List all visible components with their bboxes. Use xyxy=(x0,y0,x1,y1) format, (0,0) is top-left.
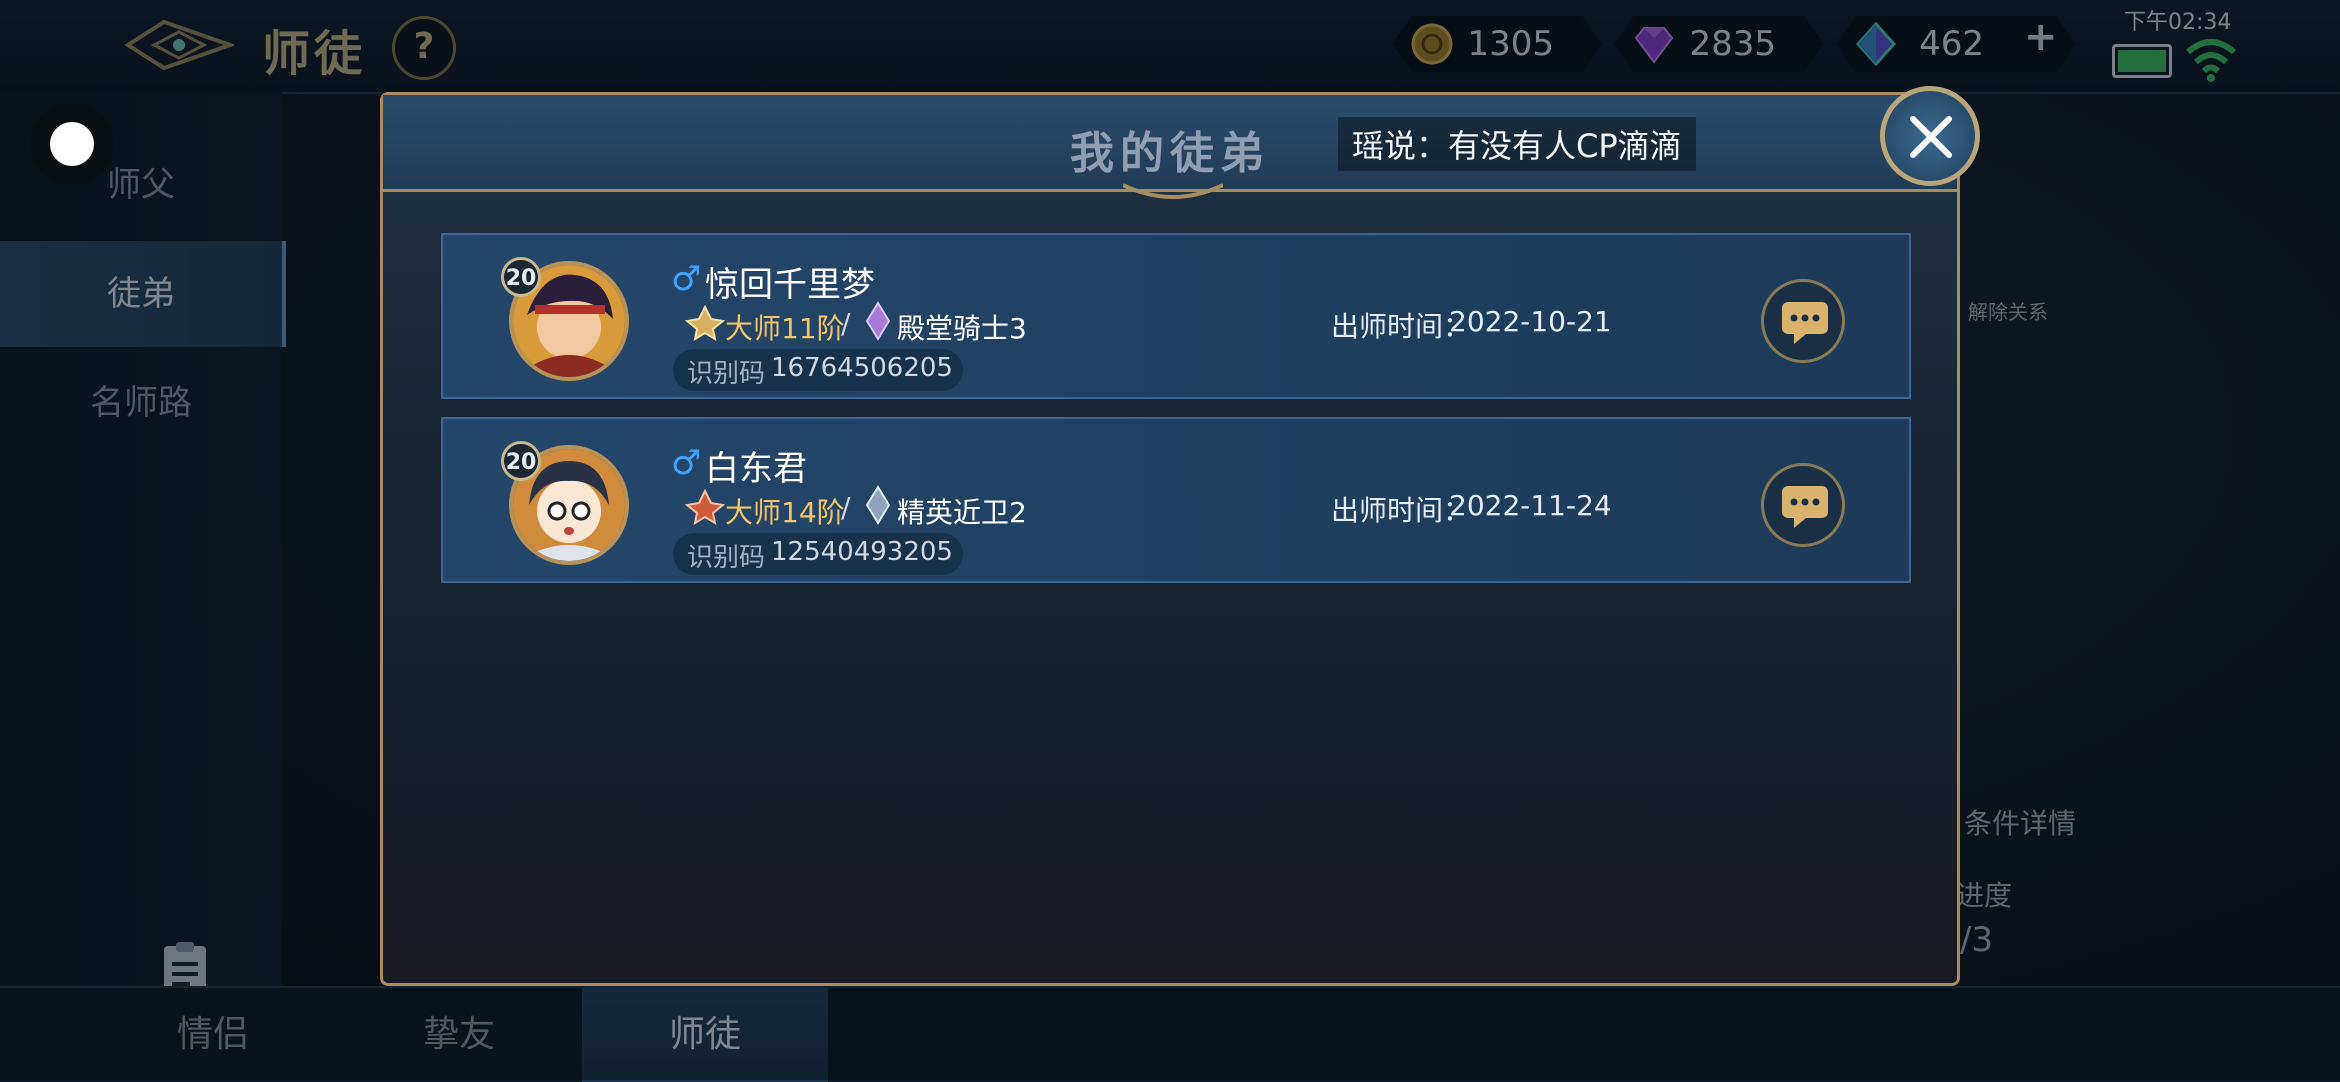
id-label: 识别码 xyxy=(687,543,766,573)
id-label: 识别码 xyxy=(687,359,766,389)
modal-title: 我的徒弟 xyxy=(1070,128,1270,179)
rank-separator: / xyxy=(841,491,851,524)
master-rank: 大师11阶 xyxy=(725,312,845,345)
close-icon xyxy=(1910,116,1952,158)
graduation-date: 2022-11-24 xyxy=(1449,489,1612,522)
level-badge: 20 xyxy=(501,441,541,481)
id-value: 16764506205 xyxy=(771,353,953,383)
tier-icon xyxy=(865,301,891,341)
id-value: 12540493205 xyxy=(771,537,953,567)
player-name: 惊回千里梦 xyxy=(705,265,875,305)
disciple-card[interactable]: 20 ♂ 白东君 大师14阶 / 精英近卫2 识别码 12540493205 出… xyxy=(441,417,1911,583)
chat-button[interactable] xyxy=(1761,463,1845,547)
gender-male-icon: ♂ xyxy=(671,259,702,299)
graduation-date: 2022-10-21 xyxy=(1449,305,1612,338)
header-ornament-icon xyxy=(1123,183,1223,199)
modal-header: 我的徒弟 瑶说：有没有人CP滴滴 xyxy=(383,95,1957,192)
tier-icon xyxy=(865,485,891,525)
chat-bubble-icon xyxy=(1782,486,1828,528)
peak-tier: 殿堂骑士3 xyxy=(897,312,1027,345)
player-name: 白东君 xyxy=(705,449,807,489)
floating-assist-button[interactable] xyxy=(30,102,114,186)
my-disciples-modal: 我的徒弟 瑶说：有没有人CP滴滴 20 ♂ 惊回千里梦 大师11阶 / 殿堂骑士… xyxy=(380,92,1960,986)
master-rank-icon xyxy=(685,489,725,525)
gender-male-icon: ♂ xyxy=(671,443,702,483)
peak-tier: 精英近卫2 xyxy=(897,496,1027,529)
disciple-card[interactable]: 20 ♂ 惊回千里梦 大师11阶 / 殿堂骑士3 识别码 16764506205… xyxy=(441,233,1911,399)
master-rank-icon xyxy=(685,305,725,341)
rank-separator: / xyxy=(841,307,851,340)
chat-button[interactable] xyxy=(1761,279,1845,363)
close-button[interactable] xyxy=(1880,86,1980,186)
broadcast-marquee: 瑶说：有没有人CP滴滴 xyxy=(1338,117,1696,171)
master-rank: 大师14阶 xyxy=(725,496,845,529)
level-badge: 20 xyxy=(501,257,541,297)
chat-bubble-icon xyxy=(1782,302,1828,344)
